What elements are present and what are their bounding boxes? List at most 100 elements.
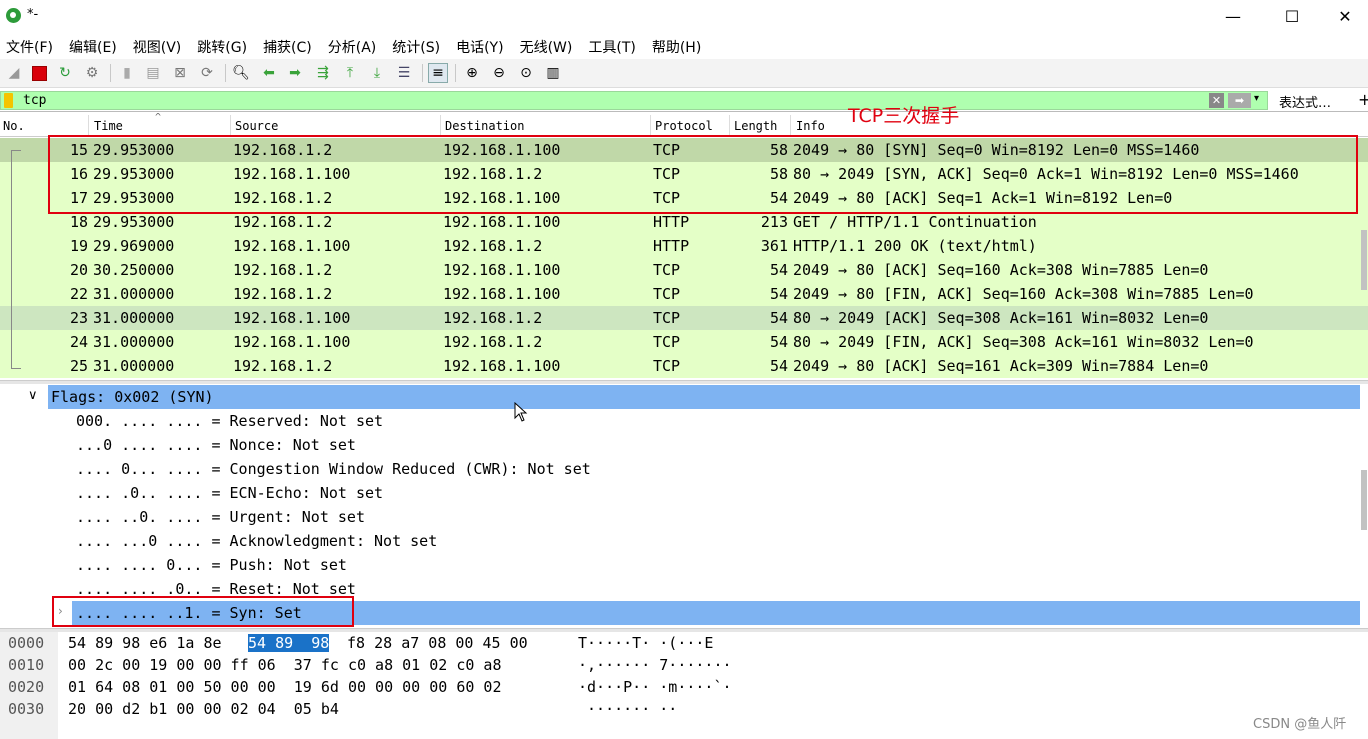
menu-edit[interactable]: 编辑(E) [69,37,117,57]
menu-telephony[interactable]: 电话(Y) [456,37,503,57]
cell-src: 192.168.1.2 [233,357,333,375]
filter-text[interactable]: tcp [23,93,46,108]
zoom-in-icon[interactable]: ⊕ [462,63,482,83]
autoscroll-icon[interactable]: ☰ [394,63,414,83]
clear-filter-icon[interactable]: ✕ [1209,93,1224,108]
shark-fin-icon[interactable]: ◢ [4,63,24,83]
flag-bit-item[interactable]: .... ...0 .... = Acknowledgment: Not set [0,529,1360,553]
menu-analyze[interactable]: 分析(A) [328,37,377,57]
packet-row[interactable]: 22 31.000000 192.168.1.2 192.168.1.100 TCP 54… [0,282,1368,306]
goto-packet-icon[interactable]: ⇶ [313,63,333,83]
cell-len: 54 [769,357,788,375]
stop-icon[interactable] [29,63,49,83]
menu-capture[interactable]: 捕获(C) [263,37,312,57]
zoom-normal-icon[interactable]: ⊙ [516,63,536,83]
cell-dst: 192.168.1.2 [443,333,543,351]
col-no[interactable]: No. [3,119,25,133]
packet-list-scrollbar[interactable] [1361,230,1367,290]
options-gear-icon[interactable]: ⚙ [82,63,102,83]
apply-filter-icon[interactable]: ➡ [1228,93,1251,108]
hex-a: 00 2c 00 19 00 00 ff 06 37 fc c0 a8 01 0… [68,656,502,674]
flag-bit-text: .... ...0 .... = Acknowledgment: Not set [76,532,438,550]
bookmark-icon[interactable] [4,93,13,108]
close-button[interactable]: ✕ [1322,0,1368,33]
flag-bit-item[interactable]: 000. .... .... = Reserved: Not set [0,409,1360,433]
forward-arrow-icon[interactable]: ➡ [285,63,305,83]
col-protocol[interactable]: Protocol [655,119,713,133]
cell-proto: HTTP [653,213,690,231]
flag-bit-text: 000. .... .... = Reserved: Not set [76,412,384,430]
cell-dst: 192.168.1.100 [443,213,561,231]
menu-view[interactable]: 视图(V) [133,37,182,57]
flag-bit-item[interactable]: ...0 .... .... = Nonce: Not set [0,433,1360,457]
expression-button[interactable]: 表达式… [1279,92,1331,111]
packet-row[interactable]: 20 30.250000 192.168.1.2 192.168.1.100 TCP 54… [0,258,1368,282]
col-info[interactable]: Info [796,119,825,133]
flag-bit-item[interactable]: .... ..0. .... = Urgent: Not set [0,505,1360,529]
hex-row[interactable]: 0030 20 00 d2 b1 00 00 02 04 05 b4 ······… [0,699,1360,721]
restart-icon[interactable]: ↻ [55,63,75,83]
flags-tree-item[interactable]: Flags: 0x002 (SYN) [48,385,1360,409]
packet-row[interactable]: 19 29.969000 192.168.1.100 192.168.1.2 HTTP 3… [0,234,1368,258]
find-icon[interactable]: 🔍︎ [231,63,251,83]
window-title: *- [27,7,39,22]
watermark: CSDN @鱼人阡 [1253,717,1347,732]
cell-proto: TCP [653,357,681,375]
display-filter-input[interactable]: tcp ✕ ➡ ▾ [0,91,1268,110]
close-file-icon[interactable]: ⊠ [170,63,190,83]
hex-a: 01 64 08 01 00 50 00 00 19 6d 00 00 00 0… [68,678,502,696]
flag-bit-item[interactable]: .... 0... .... = Congestion Window Reduc… [0,457,1360,481]
menu-tools[interactable]: 工具(T) [588,37,635,57]
maximize-button[interactable]: ☐ [1269,0,1315,33]
resize-columns-icon[interactable]: ▥ [543,63,563,83]
menu-go[interactable]: 跳转(G) [197,37,247,57]
cell-proto: HTTP [653,237,690,255]
menu-file[interactable]: 文件(F) [6,37,53,57]
cell-time: 29.953000 [93,213,175,231]
menu-bar: 文件(F) 编辑(E) 视图(V) 跳转(G) 捕获(C) 分析(A) 统计(S… [0,34,1368,59]
last-packet-icon[interactable]: ⤓ [367,63,387,83]
col-time[interactable]: Time [94,119,123,133]
hex-sel: 54 89 98 [248,634,330,652]
hex-row[interactable]: 0010 00 2c 00 19 00 00 ff 06 37 fc c0 a8 … [0,655,1360,677]
minimize-button[interactable]: — [1210,0,1256,33]
cell-time: 29.969000 [93,237,175,255]
flag-bit-item[interactable]: .... .0.. .... = ECN-Echo: Not set [0,481,1360,505]
cell-info: 2049 → 80 [ACK] Seq=161 Ack=309 Win=7884… [793,357,1209,375]
cell-no: 19 [69,237,88,255]
handshake-annotation-box [48,135,1358,214]
packet-list-header: No. Time ^ Source Destination Protocol L… [0,113,1368,137]
flag-bit-item[interactable]: .... .... 0... = Push: Not set [0,553,1360,577]
flag-bit-text: ...0 .... .... = Nonce: Not set [76,436,356,454]
packet-row[interactable]: 25 31.000000 192.168.1.2 192.168.1.100 TCP 54… [0,354,1368,378]
hex-offset: 0030 [8,700,45,718]
chevron-down-icon[interactable]: ∨ [28,388,38,403]
zoom-out-icon[interactable]: ⊖ [489,63,509,83]
packet-row[interactable]: 24 31.000000 192.168.1.100 192.168.1.2 TCP 54… [0,330,1368,354]
add-filter-button[interactable]: + [1358,90,1368,109]
cell-len: 213 [760,213,788,231]
col-source[interactable]: Source [235,119,278,133]
colorize-icon[interactable]: ≡ [428,63,448,83]
hex-row[interactable]: 0020 01 64 08 01 00 50 00 00 19 6d 00 00 … [0,677,1360,699]
save-file-icon[interactable]: ▤ [143,63,163,83]
cell-no: 25 [69,357,88,375]
col-length[interactable]: Length [734,119,777,133]
cell-len: 54 [769,333,788,351]
first-packet-icon[interactable]: ⤒ [340,63,360,83]
chevron-down-icon[interactable]: ▾ [1254,93,1259,104]
cell-info: 2049 → 80 [ACK] Seq=160 Ack=308 Win=7885… [793,261,1209,279]
col-destination[interactable]: Destination [445,119,524,133]
details-scrollbar[interactable] [1361,470,1367,530]
flags-header-text: Flags: 0x002 (SYN) [51,388,214,406]
menu-wireless[interactable]: 无线(W) [520,37,573,57]
cell-no: 23 [69,309,88,327]
packet-bytes: 0000 54 89 98 e6 1a 8e 54 89 98 T·····T· ·(… [0,632,1368,739]
menu-help[interactable]: 帮助(H) [652,37,701,57]
hex-row[interactable]: 0000 54 89 98 e6 1a 8e 54 89 98 T·····T· ·(… [0,633,1360,655]
reload-icon[interactable]: ⟳ [197,63,217,83]
packet-row[interactable]: 23 31.000000 192.168.1.100 192.168.1.2 TCP 54… [0,306,1368,330]
back-arrow-icon[interactable]: ⬅ [259,63,279,83]
menu-statistics[interactable]: 统计(S) [392,37,440,57]
open-file-icon[interactable]: ▮ [117,63,137,83]
